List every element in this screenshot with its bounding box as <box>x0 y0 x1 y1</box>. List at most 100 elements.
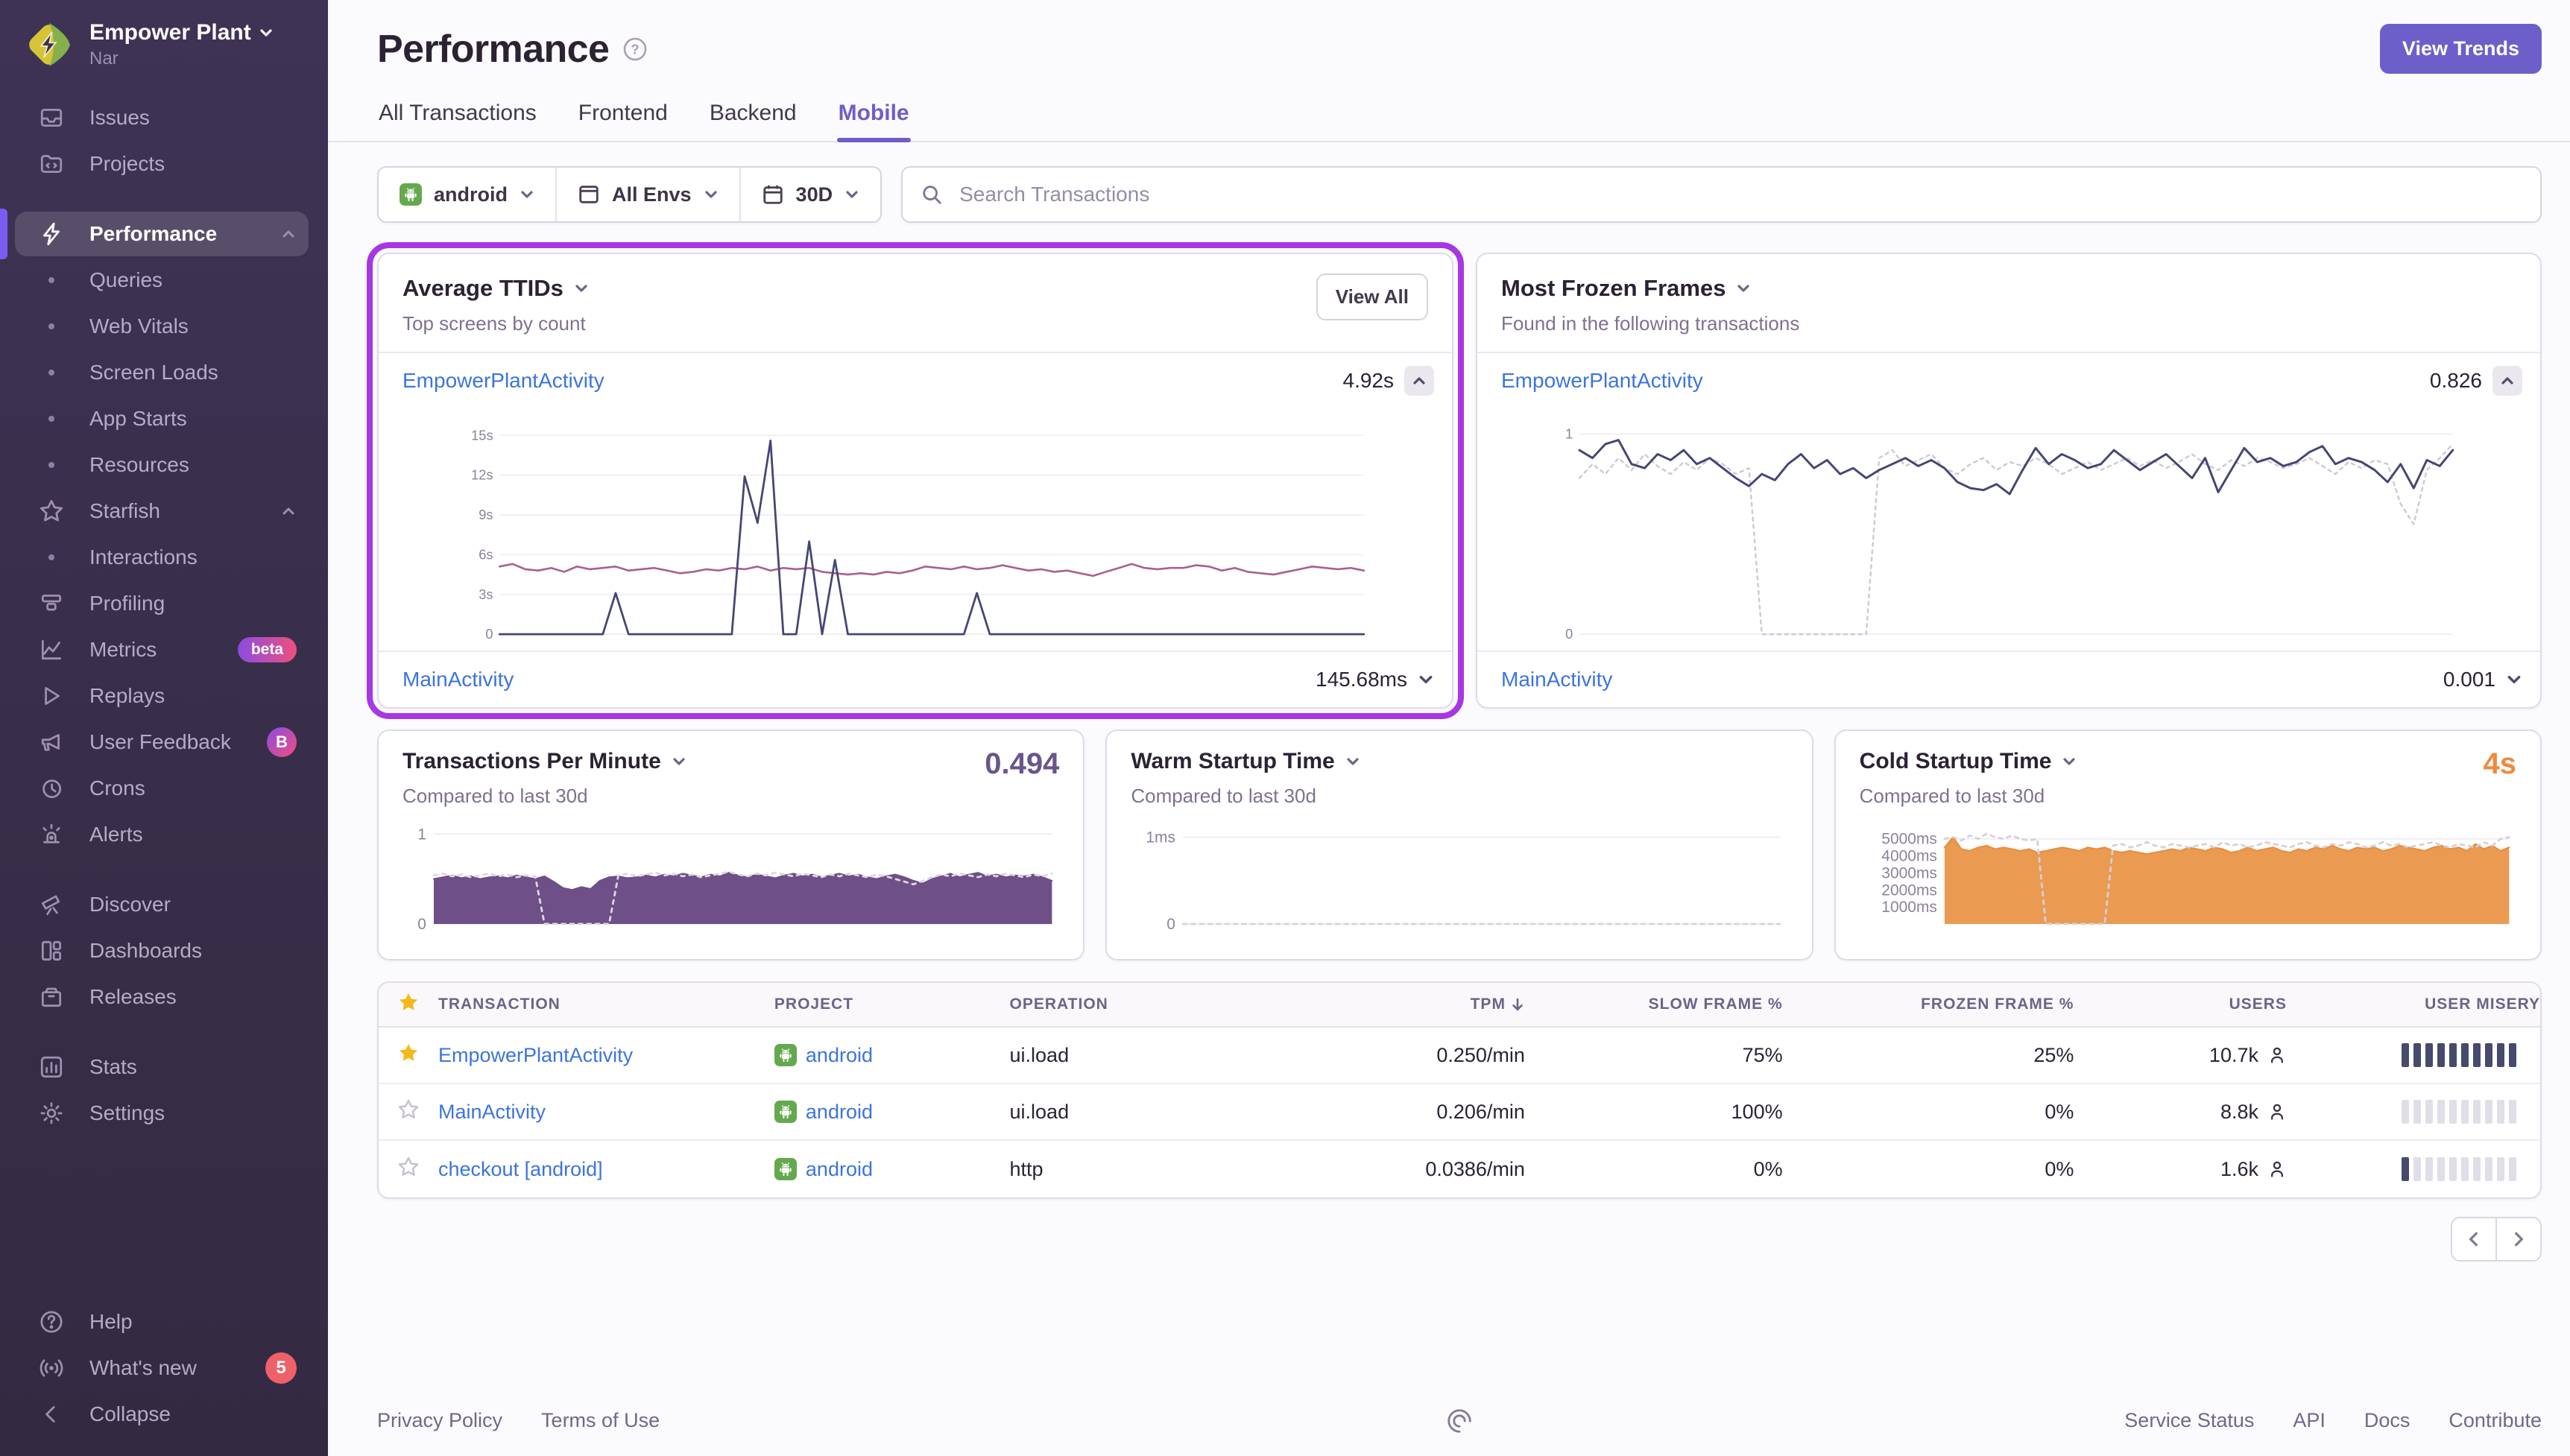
bullet-icon <box>39 416 64 422</box>
star-toggle[interactable] <box>397 1042 420 1069</box>
transaction-link[interactable]: EmpowerPlantActivity <box>1501 369 1703 393</box>
sidebar-item-collapse[interactable]: Collapse <box>15 1392 309 1437</box>
sidebar-item-settings[interactable]: Settings <box>15 1091 309 1136</box>
frozen-frames-chart: 01 <box>1483 414 2528 645</box>
environment-filter[interactable]: All Envs <box>555 168 739 221</box>
sentry-logo-icon[interactable] <box>1445 1407 1474 1435</box>
date-range-filter-label: 30D <box>796 183 833 206</box>
project-filter[interactable]: android <box>379 168 555 221</box>
tpm-title-dropdown[interactable]: Transactions Per Minute <box>402 749 1059 774</box>
view-all-button[interactable]: View All <box>1316 273 1428 320</box>
warm-startup-title-dropdown[interactable]: Warm Startup Time <box>1131 749 1787 774</box>
column-header-tpm[interactable]: TPM <box>1278 996 1525 1013</box>
avg-ttids-chart-area: 03s6s9s12s15s <box>379 408 1452 651</box>
svg-text:12s: 12s <box>471 468 493 483</box>
user-icon <box>2267 1102 2287 1121</box>
sidebar-item-queries[interactable]: Queries <box>15 258 309 303</box>
sidebar-item-starfish[interactable]: Starfish <box>15 489 309 534</box>
badge: 5 <box>265 1352 297 1384</box>
search-icon <box>921 183 943 206</box>
previous-page-button[interactable] <box>2451 1217 2497 1262</box>
sidebar-item-screen-loads[interactable]: Screen Loads <box>15 350 309 395</box>
project-filter-label: android <box>434 183 508 206</box>
sidebar-item-performance[interactable]: Performance <box>15 212 309 256</box>
svg-text:6s: 6s <box>479 547 493 562</box>
transaction-link[interactable]: MainActivity <box>1501 668 1612 691</box>
slow-frame-cell: 75% <box>1525 1044 1783 1067</box>
sidebar-item-user-feedback[interactable]: User FeedbackB <box>15 720 309 765</box>
environment-filter-label: All Envs <box>612 183 692 206</box>
sidebar-item-app-starts[interactable]: App Starts <box>15 396 309 441</box>
column-header-user-misery[interactable]: USER MISERY <box>2287 996 2540 1013</box>
date-range-filter[interactable]: 30D <box>739 168 881 221</box>
footer-link-privacy-policy[interactable]: Privacy Policy <box>377 1409 502 1432</box>
sidebar-item-what-s-new[interactable]: What's new5 <box>15 1346 309 1390</box>
sidebar-item-interactions[interactable]: Interactions <box>15 535 309 580</box>
column-header-transaction[interactable]: TRANSACTION <box>438 996 774 1013</box>
transaction-link[interactable]: checkout [android] <box>438 1158 603 1181</box>
column-header-frozen-frame[interactable]: FROZEN FRAME % <box>1783 996 2074 1013</box>
footer-link-terms-of-use[interactable]: Terms of Use <box>541 1409 660 1432</box>
sidebar-item-dashboards[interactable]: Dashboards <box>15 928 309 973</box>
sidebar-item-issues[interactable]: Issues <box>15 95 309 140</box>
sidebar-item-metrics[interactable]: Metricsbeta <box>15 627 309 672</box>
star-toggle[interactable] <box>397 1156 420 1183</box>
calendar-icon <box>762 183 784 206</box>
help-icon[interactable]: ? <box>622 37 648 62</box>
frozen-frames-title-dropdown[interactable]: Most Frozen Frames <box>1501 275 2516 302</box>
collapse-row-button[interactable] <box>2492 366 2522 396</box>
sidebar-item-releases[interactable]: Releases <box>15 975 309 1019</box>
transaction-link[interactable]: MainActivity <box>438 1101 546 1124</box>
releases-icon <box>39 984 64 1010</box>
tab-backend[interactable]: Backend <box>708 95 798 141</box>
column-header-users[interactable]: USERS <box>2074 996 2287 1013</box>
transaction-link[interactable]: MainActivity <box>402 668 514 691</box>
star-toggle[interactable] <box>397 1098 420 1126</box>
transaction-link[interactable]: EmpowerPlantActivity <box>438 1044 633 1067</box>
column-header-project[interactable]: PROJECT <box>774 996 1010 1013</box>
slow-frame-cell: 100% <box>1525 1101 1783 1124</box>
column-header-operation[interactable]: OPERATION <box>1010 996 1279 1013</box>
transaction-link[interactable]: EmpowerPlantActivity <box>402 369 604 393</box>
star-icon <box>39 498 64 524</box>
tab-mobile[interactable]: Mobile <box>837 95 911 141</box>
expand-row-button[interactable] <box>1418 671 1434 688</box>
footer-link-docs[interactable]: Docs <box>2364 1409 2410 1432</box>
collapse-row-button[interactable] <box>1404 366 1434 396</box>
sidebar-item-label: Interactions <box>89 545 198 569</box>
footer-link-api[interactable]: API <box>2293 1409 2326 1432</box>
cold-startup-title-dropdown[interactable]: Cold Startup Time <box>1860 749 2516 774</box>
project-link[interactable]: android <box>806 1101 873 1124</box>
next-page-button[interactable] <box>2495 1217 2542 1262</box>
table-row: MainActivityandroidui.load0.206/min100%0… <box>379 1084 2540 1141</box>
sidebar-item-profiling[interactable]: Profiling <box>15 581 309 626</box>
widget-subtitle: Compared to last 30d <box>402 785 1059 808</box>
tpm-cell: 0.206/min <box>1278 1101 1525 1124</box>
sidebar-item-web-vitals[interactable]: Web Vitals <box>15 304 309 349</box>
sidebar-item-alerts[interactable]: Alerts <box>15 812 309 857</box>
project-link[interactable]: android <box>806 1044 873 1067</box>
view-trends-button[interactable]: View Trends <box>2380 24 2542 74</box>
sidebar-item-label: Discover <box>89 893 171 917</box>
tab-all-transactions[interactable]: All Transactions <box>377 95 538 141</box>
project-link[interactable]: android <box>806 1158 873 1181</box>
sidebar-item-resources[interactable]: Resources <box>15 443 309 487</box>
avg-ttids-title-dropdown[interactable]: Average TTIDs <box>402 275 1428 302</box>
bullet-icon <box>39 554 64 560</box>
sidebar-item-crons[interactable]: Crons <box>15 766 309 811</box>
tab-frontend[interactable]: Frontend <box>577 95 669 141</box>
sidebar-item-replays[interactable]: Replays <box>15 674 309 718</box>
footer-link-contribute[interactable]: Contribute <box>2449 1409 2542 1432</box>
org-switcher[interactable]: Empower Plant Nar <box>0 0 328 82</box>
sidebar-item-help[interactable]: Help <box>15 1300 309 1344</box>
page-title: Performance <box>377 27 609 72</box>
sidebar-item-projects[interactable]: Projects <box>15 142 309 186</box>
footer-link-service-status[interactable]: Service Status <box>2124 1409 2254 1432</box>
column-header-slow-frame[interactable]: SLOW FRAME % <box>1525 996 1783 1013</box>
sidebar-item-discover[interactable]: Discover <box>15 882 309 927</box>
search-input[interactable] <box>956 181 2522 208</box>
widget-transaction-row: EmpowerPlantActivity 0.826 <box>1477 352 2540 408</box>
sidebar-item-stats[interactable]: Stats <box>15 1045 309 1089</box>
tpm-cell: 0.0386/min <box>1278 1158 1525 1181</box>
expand-row-button[interactable] <box>2506 671 2522 688</box>
